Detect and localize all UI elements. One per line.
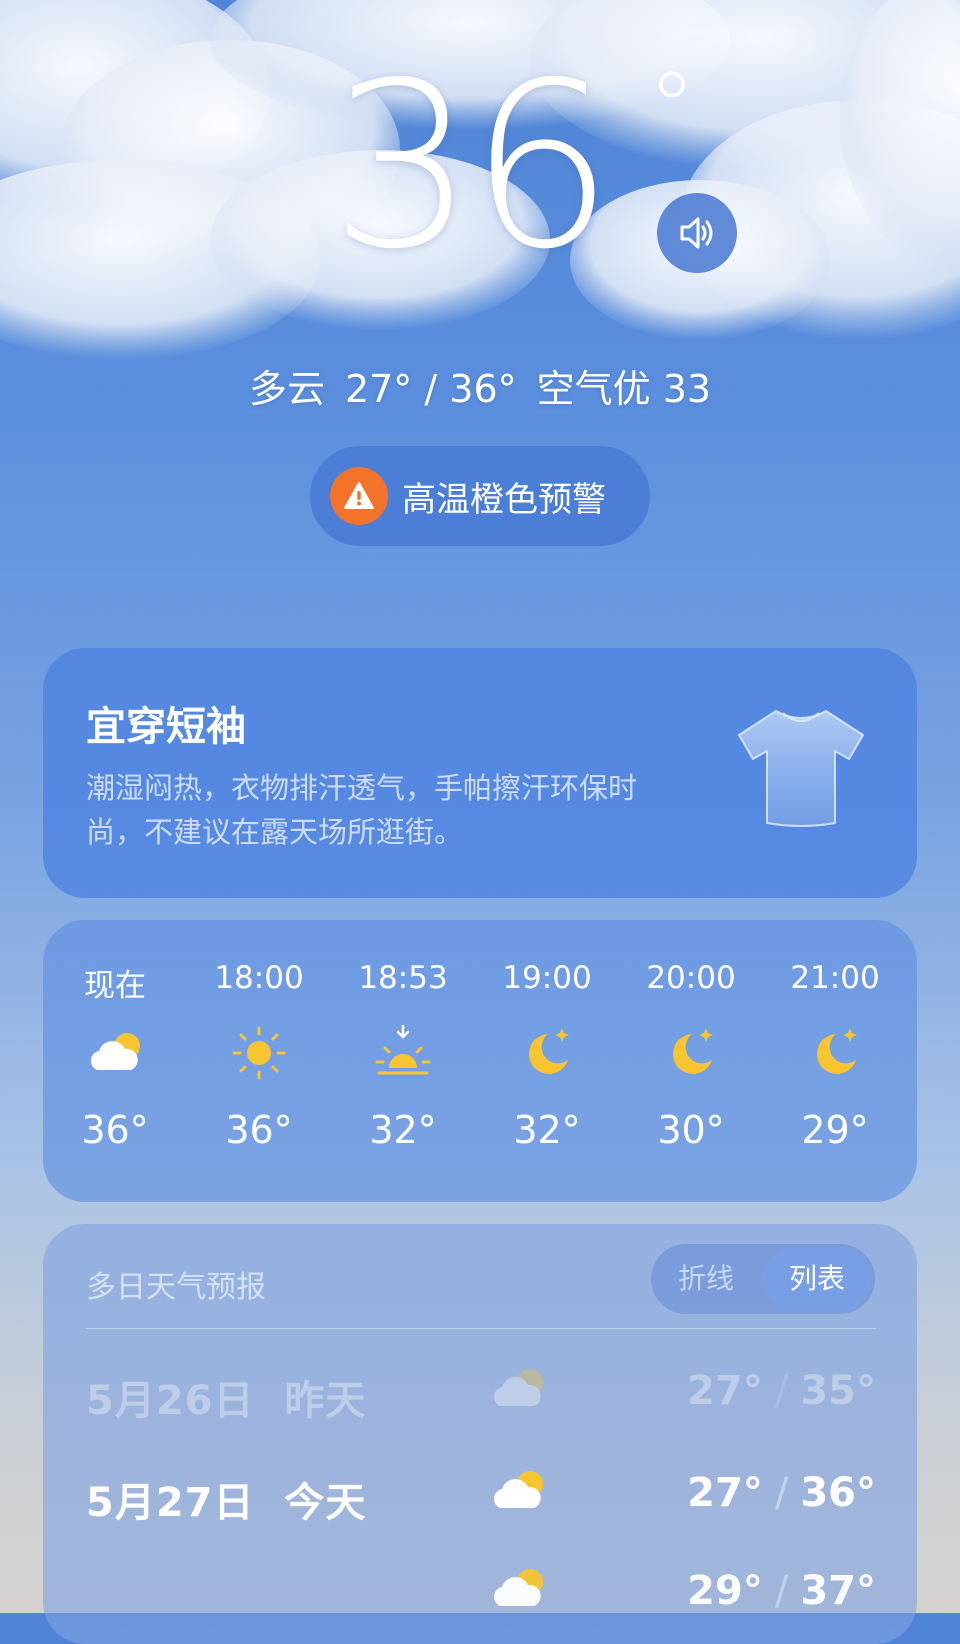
tshirt-icon — [738, 710, 864, 827]
hour-temp: 36° — [225, 1108, 293, 1152]
hour-item: 18:00 36° — [187, 960, 331, 1152]
hour-item: 19:00 32° — [475, 960, 619, 1152]
moon-icon — [672, 1028, 713, 1074]
hour-temp: 29° — [801, 1108, 869, 1152]
clothing-tip-card[interactable]: 宜穿短袖 潮湿闷热，衣物排汗透气，手帕擦汗环保时尚，不建议在露天场所逛街。 — [43, 648, 917, 898]
degree-symbol: ° — [648, 52, 696, 164]
alert-label: 高温橙色预警 — [402, 479, 606, 520]
warning-icon — [330, 467, 388, 525]
day-date: 5月26日 昨天 — [86, 1378, 367, 1424]
speaker-icon — [680, 217, 713, 249]
hour-time: 19:00 — [502, 960, 592, 996]
voice-broadcast-button[interactable] — [657, 193, 737, 273]
day-temp-range: 27°/35° — [687, 1368, 876, 1414]
weather-summary: 多云 27° / 36° 空气优 33 — [0, 358, 960, 413]
daily-forecast-card: 多日天气预报 折线 列表 5月26日 昨天 27°/35° 5月27日 今天 2… — [43, 1224, 917, 1644]
partly-cloudy-icon — [493, 1369, 543, 1406]
day-row-yesterday[interactable]: 5月26日 昨天 27°/35° — [86, 1360, 876, 1430]
hourly-forecast-card[interactable]: 现在 36° 18:00 36° 18:53 32° 19:00 32° 20:… — [43, 920, 917, 1202]
toggle-line-chart[interactable]: 折线 — [651, 1244, 761, 1314]
toggle-list[interactable]: 列表 — [763, 1247, 871, 1311]
condition-text: 多云 — [248, 367, 325, 411]
hour-time: 21:00 — [790, 960, 880, 996]
heat-alert-button[interactable]: 高温橙色预警 — [310, 446, 650, 546]
hour-item: 18:53 32° — [331, 960, 475, 1152]
day-temp-range: 29°/37° — [687, 1568, 876, 1614]
hour-temp: 32° — [369, 1108, 437, 1152]
daily-forecast-title: 多日天气预报 — [86, 1270, 266, 1305]
hour-time: 现在 — [84, 968, 146, 1004]
hour-item: 21:00 29° — [763, 960, 907, 1152]
clothing-description: 潮湿闷热，衣物排汗透气，手帕擦汗环保时尚，不建议在露天场所逛街。 — [86, 771, 638, 849]
day-temp-range: 27°/36° — [687, 1470, 876, 1516]
day-date: 5月27日 今天 — [86, 1480, 367, 1526]
day-row-tomorrow[interactable]: 29°/37° — [86, 1560, 876, 1630]
current-temperature: 36 — [330, 33, 614, 299]
hour-temp: 30° — [657, 1108, 725, 1152]
partly-cloudy-icon — [90, 1033, 140, 1070]
moon-icon — [816, 1028, 857, 1074]
sun-icon — [232, 1026, 286, 1080]
sunset-icon — [375, 1024, 431, 1075]
moon-icon — [528, 1028, 569, 1074]
clothing-title: 宜穿短袖 — [86, 704, 246, 750]
hour-temp: 36° — [81, 1108, 149, 1152]
air-quality-text[interactable]: 空气优 33 — [537, 367, 711, 411]
hour-item: 20:00 30° — [619, 960, 763, 1152]
day-row-today[interactable]: 5月27日 今天 27°/36° — [86, 1462, 876, 1532]
hour-temp: 32° — [513, 1108, 581, 1152]
hour-item: 现在 36° — [43, 960, 187, 1152]
hour-time: 18:00 — [214, 960, 304, 996]
hour-time: 20:00 — [646, 960, 736, 996]
view-toggle[interactable]: 折线 列表 — [651, 1244, 875, 1314]
partly-cloudy-icon — [493, 1569, 543, 1606]
hour-time: 18:53 — [358, 960, 448, 996]
partly-cloudy-icon — [493, 1471, 543, 1508]
divider — [86, 1328, 876, 1329]
temp-range-text: 27° / 36° — [344, 367, 517, 411]
